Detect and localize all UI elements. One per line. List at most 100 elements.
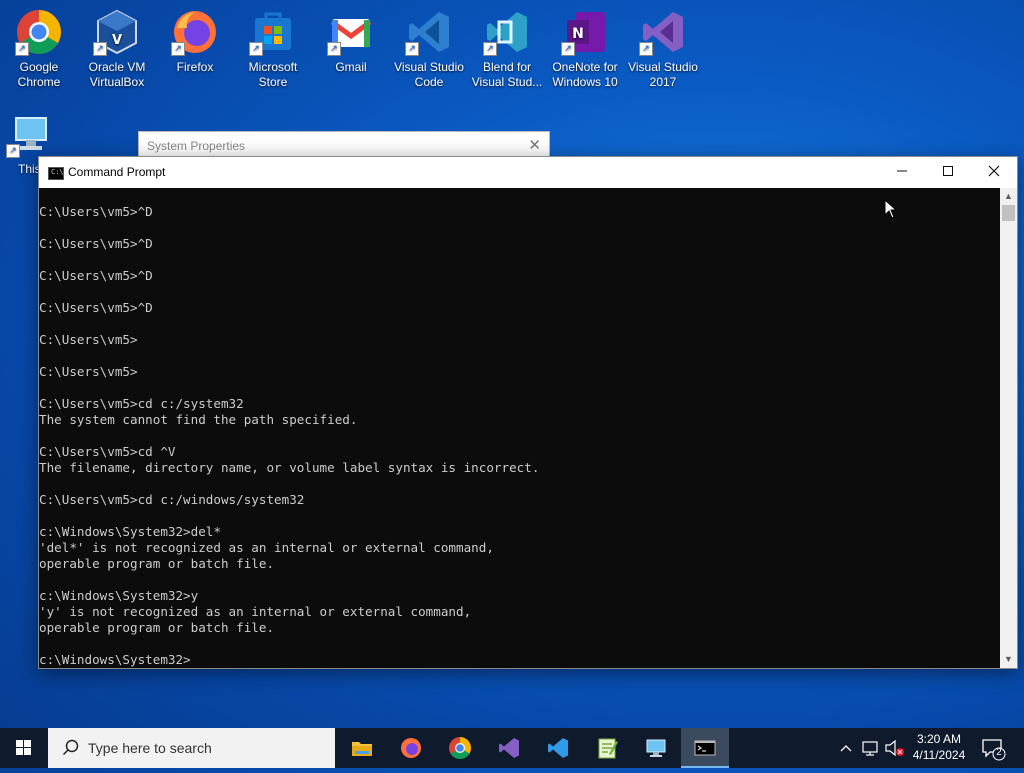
search-icon: [62, 739, 79, 756]
taskbar-notepad-plus[interactable]: [583, 728, 631, 768]
desktop-icon-label: Visual Studio: [394, 60, 464, 74]
taskbar-search-box[interactable]: Type here to search: [48, 728, 335, 768]
volume-muted-icon: [885, 739, 904, 757]
minimize-icon: [897, 170, 907, 172]
scroll-down-icon[interactable]: ▼: [1000, 651, 1017, 668]
desktop-icon-vscode[interactable]: ↗ Visual Studio Code: [390, 2, 468, 90]
maximize-button[interactable]: [925, 157, 971, 188]
action-center-button[interactable]: 2: [980, 728, 1008, 768]
vscode-icon: ↗: [405, 8, 453, 56]
close-icon[interactable]: ✕: [528, 136, 541, 154]
desktop-icon-label: VirtualBox: [89, 75, 145, 89]
console-line: C:\Users\vm5>^D: [39, 300, 153, 315]
network-button[interactable]: [861, 728, 881, 768]
taskbar-visual-studio[interactable]: [485, 728, 533, 768]
computer-icon: ↗: [6, 110, 54, 158]
taskbar-vscode[interactable]: [534, 728, 582, 768]
desktop-icon-blend[interactable]: ↗ Blend for Visual Stud...: [468, 2, 546, 90]
onenote-icon: N ↗: [561, 8, 609, 56]
computer-icon: [646, 739, 666, 757]
window-title: System Properties: [147, 139, 246, 153]
clock-time: 3:20 AM: [916, 732, 962, 746]
svg-text:V: V: [112, 33, 122, 48]
command-prompt-window[interactable]: C:\ Command Prompt C:\Users\vm5>^D C:\Us…: [38, 156, 1018, 669]
desktop-icon-label: Chrome: [17, 75, 61, 89]
start-button[interactable]: [0, 728, 48, 768]
desktop-icon-label: Firefox: [176, 60, 214, 74]
desktop-icon-label: Blend for: [482, 60, 532, 74]
virtualbox-icon: V ↗: [93, 8, 141, 56]
minimize-button[interactable]: [879, 157, 925, 188]
gmail-icon: ↗: [327, 8, 375, 56]
console-line: operable program or batch file.: [39, 556, 275, 571]
taskbar-system-properties[interactable]: [632, 728, 680, 768]
taskbar-chrome[interactable]: [436, 728, 484, 768]
scrollbar-thumb[interactable]: [1002, 205, 1015, 221]
taskbar-file-explorer[interactable]: [338, 728, 386, 768]
console-line: C:\Users\vm5>^D: [39, 236, 153, 251]
desktop-icon-gmail[interactable]: ↗ Gmail: [312, 2, 390, 75]
desktop-icon-label: Windows 10: [552, 75, 618, 89]
vertical-scrollbar[interactable]: ▲ ▼: [1000, 188, 1017, 668]
title-bar[interactable]: C:\ Command Prompt: [39, 157, 1017, 188]
folder-icon: [352, 742, 372, 756]
taskbar-command-prompt[interactable]: [681, 728, 729, 768]
desktop-icon-virtualbox[interactable]: V ↗ Oracle VM VirtualBox: [78, 2, 156, 90]
windows-logo-icon: [16, 740, 31, 755]
firefox-icon: [401, 738, 421, 758]
desktop-icon-firefox[interactable]: ↗ Firefox: [156, 2, 234, 75]
desktop-icon-label: Visual Studio: [628, 60, 698, 74]
desktop-icon-visual-studio-2017[interactable]: ↗ Visual Studio 2017: [624, 2, 702, 90]
chevron-up-icon: [840, 745, 852, 752]
console-line: operable program or batch file.: [39, 620, 275, 635]
console-icon: [694, 740, 716, 756]
console-line: C:\Users\vm5>^D: [39, 268, 153, 283]
maximize-icon: [943, 166, 953, 176]
desktop-icon-label: Visual Stud...: [471, 75, 543, 89]
chrome-icon: [449, 737, 471, 759]
chrome-icon: ↗: [15, 8, 63, 56]
svg-text:N: N: [572, 26, 584, 42]
desktop-icon-label: Microsoft: [248, 60, 298, 74]
visual-studio-icon: [499, 738, 519, 758]
taskbar-clock[interactable]: 3:20 AM 4/11/2024: [905, 731, 973, 763]
desktop-icon-label: Google: [19, 60, 59, 74]
desktop-icon-label: Oracle VM: [88, 60, 146, 74]
window-title: Command Prompt: [68, 165, 166, 179]
visual-studio-icon: ↗: [639, 8, 687, 56]
console-line: 'y' is not recognized as an internal or …: [39, 604, 472, 619]
console-icon: C:\: [48, 167, 64, 180]
console-line: C:\Users\vm5>^D: [39, 204, 153, 219]
desktop-icon-google-chrome[interactable]: ↗ Google Chrome: [0, 2, 78, 90]
console-line: 'del*' is not recognized as an internal …: [39, 540, 494, 555]
desktop-icon-onenote[interactable]: N ↗ OneNote for Windows 10: [546, 2, 624, 90]
search-placeholder: Type here to search: [88, 740, 212, 756]
console-output[interactable]: C:\Users\vm5>^D C:\Users\vm5>^D C:\Users…: [39, 188, 1000, 668]
desktop-icon-label: Code: [414, 75, 444, 89]
desktop-icon-label: 2017: [649, 75, 677, 89]
firefox-icon: ↗: [171, 8, 219, 56]
taskbar-firefox[interactable]: [387, 728, 435, 768]
close-icon: [988, 165, 1000, 177]
desktop-icon-microsoft-store[interactable]: ↗ Microsoft Store: [234, 2, 312, 90]
console-line: C:\Users\vm5>: [39, 364, 138, 379]
show-hidden-icons-button[interactable]: [838, 728, 854, 768]
volume-button[interactable]: [884, 728, 906, 768]
notification-count: 2: [996, 747, 1002, 758]
console-line: c:\Windows\System32>y: [39, 588, 199, 603]
blend-icon: ↗: [483, 8, 531, 56]
scroll-up-icon[interactable]: ▲: [1000, 188, 1017, 205]
console-line: The filename, directory name, or volume …: [39, 460, 540, 475]
console-line: C:\Users\vm5>cd ^V: [39, 444, 176, 459]
close-button[interactable]: [971, 157, 1017, 188]
desktop-icon-label: Store: [258, 75, 288, 89]
